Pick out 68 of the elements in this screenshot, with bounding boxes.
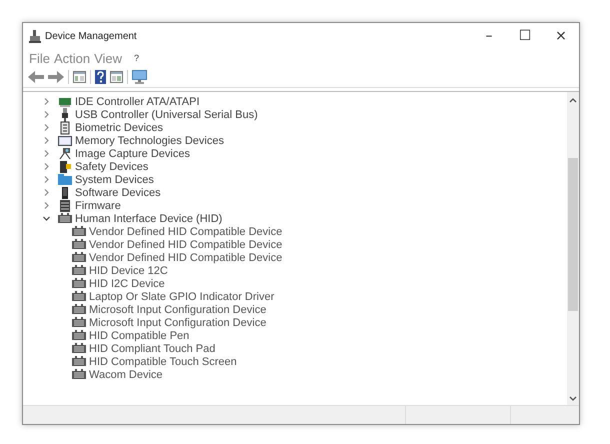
expand-chevron-icon[interactable] xyxy=(43,137,50,144)
collapse-chevron-icon[interactable] xyxy=(43,215,50,222)
device-item[interactable]: HID Compliant Touch Pad xyxy=(89,342,216,354)
keyboard-icon xyxy=(58,212,72,226)
view-icon[interactable] xyxy=(110,71,123,83)
keyboard-icon xyxy=(72,354,86,368)
keyboard-icon xyxy=(72,302,86,316)
device-category[interactable]: Memory Technologies Devices xyxy=(75,134,224,146)
device-category[interactable]: Image Capture Devices xyxy=(75,148,190,160)
maximize-button[interactable]: ☐ xyxy=(507,25,543,47)
expand-chevron-icon[interactable] xyxy=(43,176,50,183)
device-item[interactable]: Vendor Defined HID Compatible Device xyxy=(89,252,282,264)
expand-chevron-icon[interactable] xyxy=(43,150,50,157)
back-arrow-icon[interactable] xyxy=(28,71,44,83)
device-item[interactable]: HID I2C Device xyxy=(89,278,165,290)
expand-chevron-icon[interactable] xyxy=(43,111,50,118)
scroll-down-icon[interactable] xyxy=(569,396,577,401)
menu-item[interactable]: View xyxy=(94,50,122,66)
device-item[interactable]: HID Device 12C xyxy=(89,264,168,276)
expand-chevron-icon[interactable] xyxy=(43,202,50,209)
computer-icon xyxy=(29,30,41,42)
device-item[interactable]: Laptop Or Slate GPIO Indicator Driver xyxy=(89,290,274,302)
card-icon xyxy=(58,134,72,148)
device-category[interactable]: Software Devices xyxy=(75,186,161,198)
menu-item[interactable]: File xyxy=(29,50,50,66)
menu-item[interactable]: ? xyxy=(134,53,140,63)
expand-chevron-icon[interactable] xyxy=(43,189,50,196)
window-title: Device Management xyxy=(45,30,137,42)
menu-item[interactable]: Action xyxy=(54,50,90,66)
help-icon[interactable] xyxy=(95,70,106,84)
scrollbar-thumb[interactable] xyxy=(568,158,578,311)
scanner-icon xyxy=(58,120,72,134)
keyboard-icon xyxy=(72,328,86,342)
close-button[interactable]: × xyxy=(543,25,579,47)
scroll-up-icon[interactable] xyxy=(569,98,577,103)
device-category[interactable]: Human Interface Device (HID) xyxy=(75,212,222,224)
keyboard-icon xyxy=(72,238,86,252)
camera-icon xyxy=(58,146,72,160)
device-category[interactable]: Safety Devices xyxy=(75,160,148,172)
expand-chevron-icon[interactable] xyxy=(43,98,50,105)
forward-arrow-icon[interactable] xyxy=(48,71,64,83)
device-category[interactable]: Firmware xyxy=(75,200,121,212)
device-item[interactable]: Vendor Defined HID Compatible Device xyxy=(89,226,282,238)
folder-icon xyxy=(58,172,72,186)
expand-chevron-icon[interactable] xyxy=(43,124,50,131)
device-category[interactable]: System Devices xyxy=(75,174,154,186)
properties-icon[interactable] xyxy=(73,71,86,83)
keyboard-icon xyxy=(72,316,86,330)
device-category[interactable]: USB Controller (Universal Serial Bus) xyxy=(75,108,258,120)
expand-chevron-icon[interactable] xyxy=(43,163,50,170)
device-category[interactable]: Biometric Devices xyxy=(75,122,164,134)
keyboard-icon xyxy=(72,264,86,278)
device-item[interactable]: Microsoft Input Configuration Device xyxy=(89,304,266,316)
device-category[interactable]: IDE Controller ATA/ATAPI xyxy=(75,96,200,108)
scrollbar[interactable] xyxy=(567,92,579,405)
monitor-icon[interactable] xyxy=(132,70,147,84)
keyboard-icon xyxy=(72,342,86,356)
keyboard-icon xyxy=(72,250,86,264)
minimize-button[interactable]: – xyxy=(471,25,507,47)
keyboard-icon xyxy=(72,368,86,382)
keyboard-icon xyxy=(72,276,86,290)
keyboard-icon xyxy=(72,290,86,304)
device-item[interactable]: Wacom Device xyxy=(89,368,163,380)
device-item[interactable]: Microsoft Input Configuration Device xyxy=(89,316,266,328)
device-item[interactable]: HID Compatible Touch Screen xyxy=(89,356,237,368)
device-item[interactable]: HID Compatible Pen xyxy=(89,330,190,342)
device-item[interactable]: Vendor Defined HID Compatible Device xyxy=(89,238,282,250)
keyboard-icon xyxy=(72,224,86,238)
